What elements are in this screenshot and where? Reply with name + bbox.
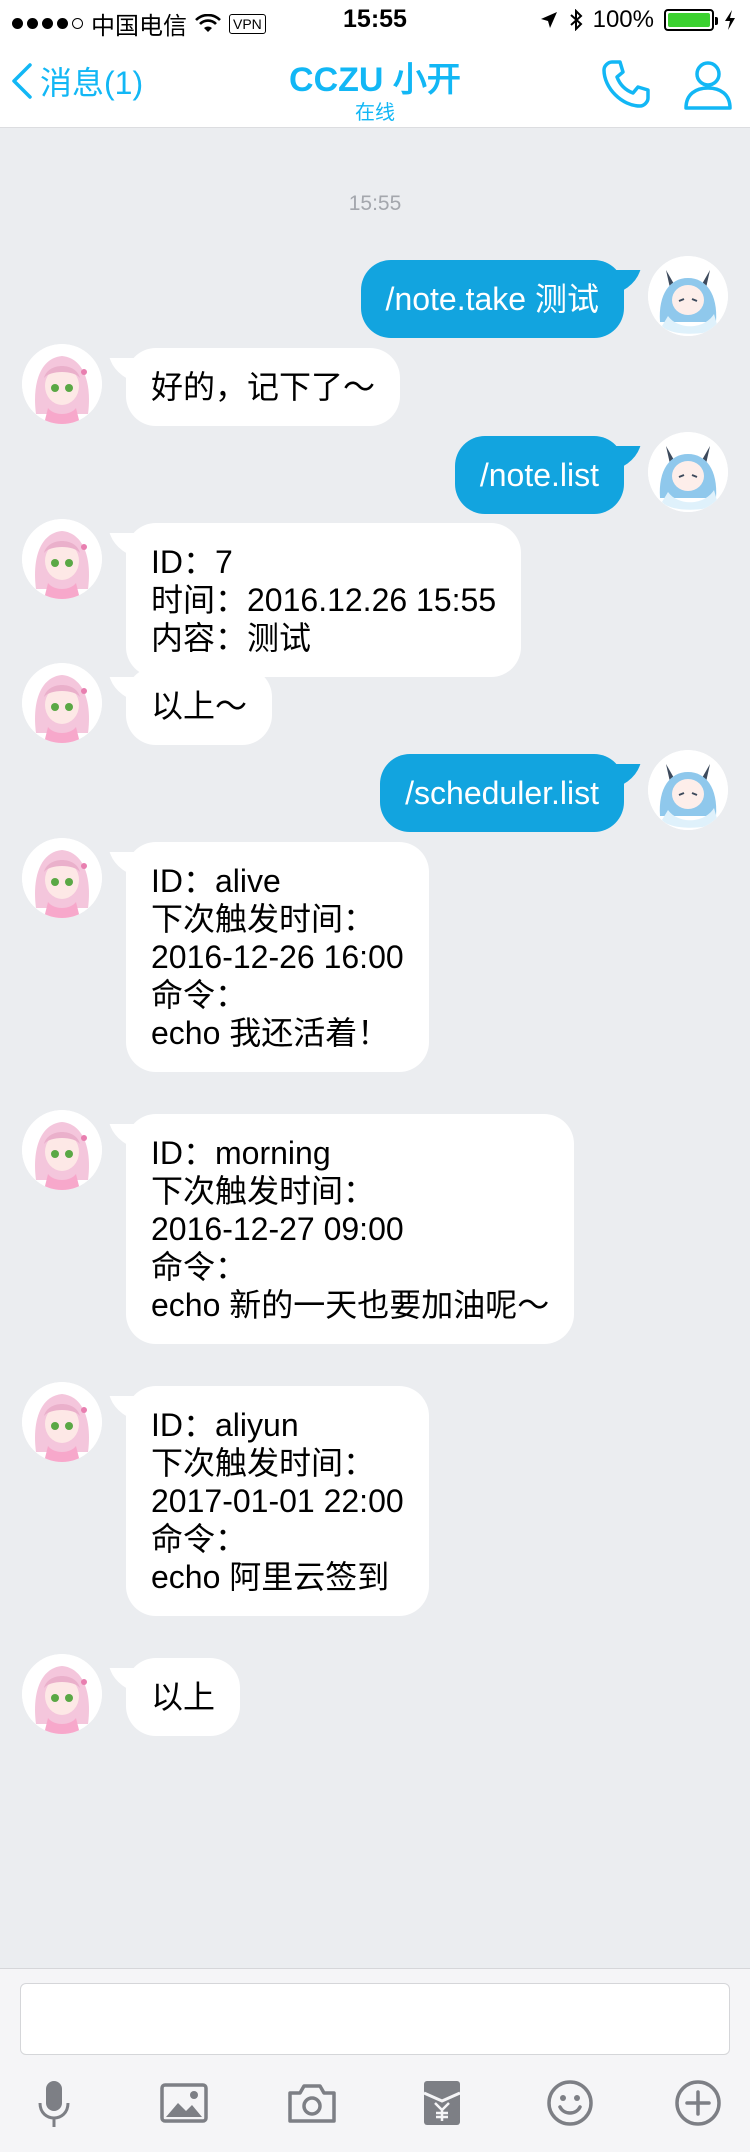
contact-avatar[interactable] xyxy=(22,344,102,424)
message-bubble[interactable]: ID：alive 下次触发时间： 2016-12-26 16:00 命令： ec… xyxy=(126,842,429,1072)
camera-icon[interactable] xyxy=(284,2075,340,2131)
profile-icon[interactable] xyxy=(680,56,736,112)
microphone-icon[interactable] xyxy=(26,2075,82,2131)
my-avatar[interactable] xyxy=(648,750,728,830)
phone-icon[interactable] xyxy=(598,56,654,112)
my-avatar[interactable] xyxy=(648,256,728,336)
message-bubble[interactable]: /note.take 测试 xyxy=(360,260,624,338)
emoji-icon[interactable] xyxy=(542,2075,598,2131)
contact-avatar[interactable] xyxy=(22,1110,102,1190)
message-bubble[interactable]: ID：aliyun 下次触发时间： 2017-01-01 22:00 命令： e… xyxy=(126,1386,429,1616)
contact-avatar[interactable] xyxy=(22,1382,102,1462)
contact-avatar[interactable] xyxy=(22,838,102,918)
message-bubble[interactable]: /note.list xyxy=(454,436,624,514)
input-bar xyxy=(0,1968,750,2152)
message-bubble[interactable]: ID：7 时间：2016.12.26 15:55 内容：测试 xyxy=(126,523,522,677)
bluetooth-icon xyxy=(569,9,583,31)
contact-avatar[interactable] xyxy=(22,663,102,743)
message-bubble[interactable]: /scheduler.list xyxy=(380,754,624,832)
charging-icon xyxy=(725,10,735,30)
contact-avatar[interactable] xyxy=(22,519,102,599)
plus-icon[interactable] xyxy=(670,2075,726,2131)
message-bubble[interactable]: 好的，记下了～ xyxy=(126,348,401,426)
message-bubble[interactable]: 以上 xyxy=(126,1658,241,1736)
message-timestamp: 15:55 xyxy=(348,192,402,215)
message-bubble[interactable]: ID：morning 下次触发时间： 2016-12-27 09:00 命令： … xyxy=(126,1114,575,1344)
contact-avatar[interactable] xyxy=(22,1654,102,1734)
red-packet-icon[interactable] xyxy=(414,2075,470,2131)
status-bar: 中国电信 VPN 15:55 100% xyxy=(0,0,750,40)
my-avatar[interactable] xyxy=(648,432,728,512)
message-bubble[interactable]: 以上～ xyxy=(126,667,273,745)
battery-icon xyxy=(664,9,718,31)
chat-area[interactable]: 15:55 /note.take 测试好的，记下了～ /note.list ID：7… xyxy=(0,128,750,1968)
nav-bar: 消息(1) CCZU 小开 在线 xyxy=(0,40,750,128)
message-input[interactable] xyxy=(20,1983,730,2055)
input-toolbar xyxy=(0,2075,750,2135)
image-icon[interactable] xyxy=(156,2075,212,2131)
status-right: 100% xyxy=(539,6,736,34)
location-arrow-icon xyxy=(540,12,557,28)
battery-percent: 100% xyxy=(592,6,654,33)
